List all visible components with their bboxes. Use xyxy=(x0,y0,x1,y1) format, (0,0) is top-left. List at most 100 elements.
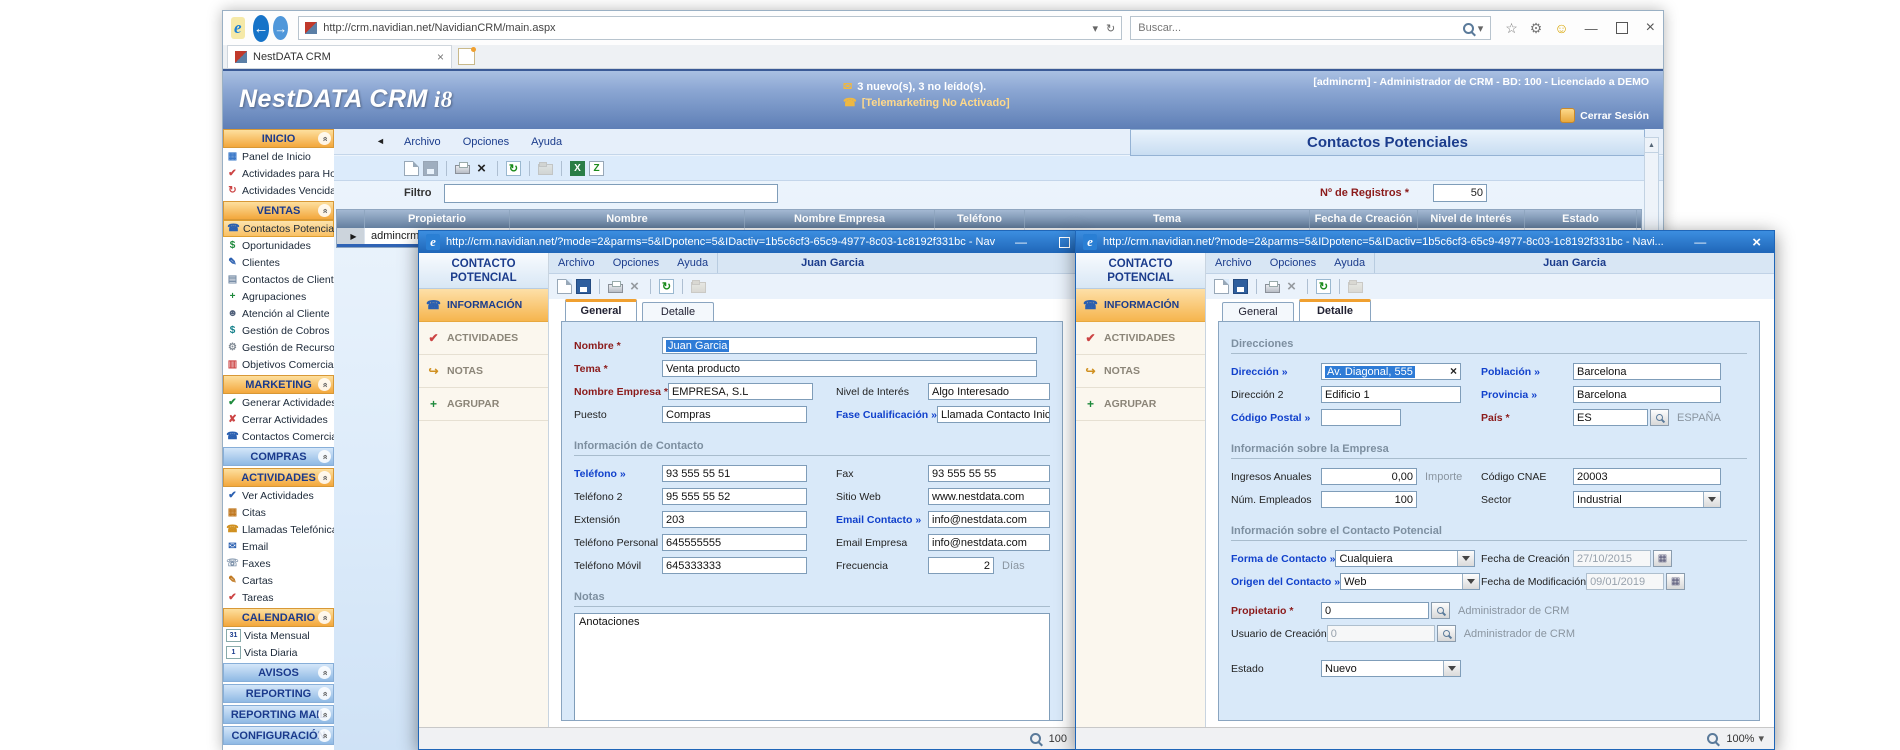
sidebar-header-calendario[interactable]: CALENDARIO » xyxy=(223,608,334,627)
popup2-nav-notas[interactable]: ↪NOTAS xyxy=(1076,355,1205,388)
popup2-titlebar[interactable]: e http://crm.navidian.net/?mode=2&parms=… xyxy=(1076,231,1774,253)
popup1-nav-informacion[interactable]: ☎INFORMACIÓN xyxy=(419,289,548,322)
grid-header-propietario[interactable]: Propietario xyxy=(365,210,510,228)
fax-input[interactable]: 93 555 55 55 xyxy=(928,465,1050,482)
browser-tab[interactable]: NestDATA CRM × xyxy=(227,45,452,68)
collapse-chevron-icon[interactable]: » xyxy=(318,729,331,742)
pais-lookup-icon[interactable] xyxy=(1650,409,1669,426)
sidebar-header-actividades[interactable]: ACTIVIDADES » xyxy=(223,468,334,487)
popup1-nav-agrupar[interactable]: +AGRUPAR xyxy=(419,388,548,421)
sidebar-item-panel-de-inicio[interactable]: ▦Panel de Inicio xyxy=(223,148,334,165)
popup2-nav-actividades[interactable]: ✔ACTIVIDADES xyxy=(1076,322,1205,355)
calendar-icon[interactable]: ▦ xyxy=(1653,550,1672,567)
popup2-nav-agrupar[interactable]: +AGRUPAR xyxy=(1076,388,1205,421)
sidebar-item-generar-actividades[interactable]: ✔Generar Actividades xyxy=(223,394,334,411)
calendar-icon[interactable]: ▦ xyxy=(1666,573,1685,590)
search-box[interactable]: Buscar... ▾ xyxy=(1130,16,1491,40)
refresh-icon[interactable]: ↻ xyxy=(659,279,674,294)
search-icon[interactable] xyxy=(1463,23,1474,34)
sidebar-item-oportunidades[interactable]: $Oportunidades xyxy=(223,237,334,254)
dropdown-arrow-icon[interactable] xyxy=(1703,492,1720,507)
grid-header-nombre-empresa[interactable]: Nombre Empresa xyxy=(745,210,935,228)
sidebar-item-gestion-de-cobros[interactable]: $Gestión de Cobros xyxy=(223,322,334,339)
collapse-chevron-icon[interactable]: » xyxy=(318,687,331,700)
sidebar-item-clientes[interactable]: ✎Clientes xyxy=(223,254,334,271)
zoom-level[interactable]: 100 xyxy=(1049,733,1067,745)
feedback-smiley-icon[interactable]: ☺ xyxy=(1554,20,1568,36)
sitio-web-input[interactable]: www.nestdata.com xyxy=(928,488,1050,505)
tab-detalle[interactable]: Detalle xyxy=(642,302,714,321)
sidebar-item-ver-actividades[interactable]: ✔Ver Actividades xyxy=(223,487,334,504)
popup1-maximize-button[interactable] xyxy=(1059,237,1070,248)
popup2-nav-informacion[interactable]: ☎INFORMACIÓN xyxy=(1076,289,1205,322)
tab-general[interactable]: General xyxy=(565,299,637,321)
tema-input[interactable]: Venta producto xyxy=(662,360,1037,377)
sidebar-item-contactos-potenciales[interactable]: ☎Contactos Potenciales xyxy=(223,220,334,237)
nombre-input[interactable]: Juan Garcia xyxy=(662,337,1037,354)
sidebar-header-inicio[interactable]: INICIO » xyxy=(223,129,334,148)
grid-header-tema[interactable]: Tema xyxy=(1025,210,1310,228)
telefono-personal-input[interactable]: 645555555 xyxy=(662,534,807,551)
refresh-icon[interactable]: ↻ xyxy=(1106,22,1115,35)
records-input[interactable]: 50 xyxy=(1433,184,1487,202)
menu-opciones[interactable]: Opciones xyxy=(1261,257,1325,269)
gear-icon[interactable]: ⚙ xyxy=(1530,20,1543,37)
forma-contacto-select[interactable]: Cualquiera xyxy=(1335,550,1475,567)
grid-header-nombre[interactable]: Nombre xyxy=(510,210,745,228)
origen-contacto-select[interactable]: Web xyxy=(1340,573,1480,590)
num-empleados-input[interactable]: 100 xyxy=(1321,491,1417,508)
direccion-input[interactable]: Av. Diagonal, 555× xyxy=(1321,363,1461,380)
sidebar-item-vista-diaria[interactable]: 1Vista Diaria xyxy=(223,644,334,661)
menu-opciones[interactable]: Opciones xyxy=(463,136,509,148)
sidebar-item-actividades-para-hoy[interactable]: ✔Actividades para Hoy xyxy=(223,165,334,182)
print-icon[interactable] xyxy=(608,284,623,293)
poblacion-input[interactable]: Barcelona xyxy=(1573,363,1721,380)
save-icon[interactable] xyxy=(1233,279,1248,294)
collapse-chevron-icon[interactable]: » xyxy=(318,450,331,463)
tab-close-icon[interactable]: × xyxy=(437,50,444,64)
popup2-close-button[interactable]: × xyxy=(1752,234,1761,251)
folder-icon[interactable] xyxy=(538,164,553,175)
sidebar-header-reporting-mail[interactable]: REPORTING MAIL » xyxy=(223,705,334,724)
grid-header-telefono[interactable]: Teléfono xyxy=(935,210,1025,228)
sidebar-item-email[interactable]: ✉Email xyxy=(223,538,334,555)
collapse-chevron-icon[interactable]: » xyxy=(318,204,331,217)
zoom-level[interactable]: 100% xyxy=(1726,733,1754,745)
sidebar-item-contactos-comerciales[interactable]: ☎Contactos Comerciales xyxy=(223,428,334,445)
extension-input[interactable]: 203 xyxy=(662,511,807,528)
sidebar-item-vista-mensual[interactable]: 31Vista Mensual xyxy=(223,627,334,644)
search-dropdown-icon[interactable]: ▾ xyxy=(1478,22,1484,35)
sidebar-item-faxes[interactable]: ☏Faxes xyxy=(223,555,334,572)
new-record-icon[interactable] xyxy=(404,161,419,176)
logout-button[interactable]: Cerrar Sesión xyxy=(1560,108,1649,123)
maximize-button[interactable] xyxy=(1616,22,1628,34)
sidebar-header-marketing[interactable]: MARKETING » xyxy=(223,375,334,394)
fase-cualificacion-input[interactable]: Llamada Contacto Inicial xyxy=(937,406,1050,423)
forward-button[interactable]: → xyxy=(273,16,288,40)
popup2-minimize-button[interactable]: — xyxy=(1694,235,1706,249)
clear-icon[interactable]: × xyxy=(1450,364,1457,379)
estado-select[interactable]: Nuevo xyxy=(1321,660,1461,677)
collapse-chevron-icon[interactable]: » xyxy=(318,708,331,721)
menu-archivo[interactable]: Archivo xyxy=(549,257,604,269)
frecuencia-input[interactable]: 2 xyxy=(928,557,994,574)
popup1-nav-actividades[interactable]: ✔ACTIVIDADES xyxy=(419,322,548,355)
new-record-icon[interactable] xyxy=(557,279,572,294)
menu-ayuda[interactable]: Ayuda xyxy=(668,257,717,269)
sidebar-item-gestion-de-recursos[interactable]: ⚙Gestión de Recursos xyxy=(223,339,334,356)
collapse-chevron-icon[interactable]: » xyxy=(318,611,331,624)
url-bar[interactable]: http://crm.navidian.net/NavidianCRM/main… xyxy=(298,16,1122,40)
sidebar-item-citas[interactable]: ▦Citas xyxy=(223,504,334,521)
collapse-chevron-icon[interactable]: » xyxy=(318,666,331,679)
sidebar-item-objetivos-comerciales[interactable]: ▥Objetivos Comerciales xyxy=(223,356,334,373)
new-record-icon[interactable] xyxy=(1214,279,1229,294)
collapse-chevron-icon[interactable]: » xyxy=(318,378,331,391)
tab-detalle[interactable]: Detalle xyxy=(1299,299,1371,321)
sidebar-item-cartas[interactable]: ✎Cartas xyxy=(223,572,334,589)
refresh-icon[interactable]: ↻ xyxy=(506,161,521,176)
folder-icon[interactable] xyxy=(1348,282,1363,293)
telefono-movil-input[interactable]: 645333333 xyxy=(662,557,807,574)
delete-icon[interactable]: × xyxy=(1284,279,1299,294)
dropdown-arrow-icon[interactable] xyxy=(1443,661,1460,676)
url-dropdown-icon[interactable]: ▾ xyxy=(1092,22,1098,35)
